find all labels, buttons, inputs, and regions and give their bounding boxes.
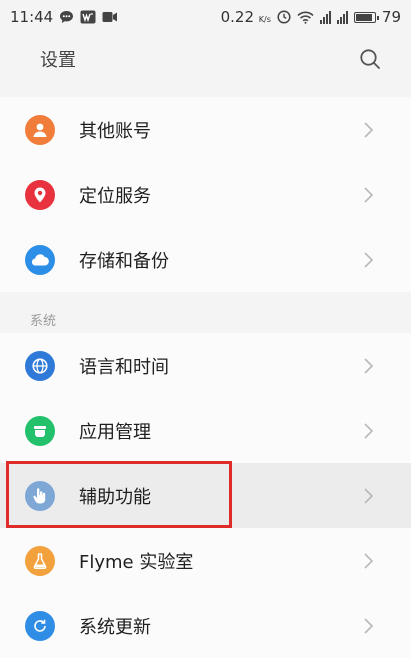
location-pin-icon [25,179,55,210]
account-settings-group: 其他账号 定位服务 存储和备份 [0,97,411,292]
person-icon [25,114,55,145]
chevron-right-icon [364,422,373,439]
settings-item-label: 存储和备份 [79,250,169,272]
clock-icon [277,10,291,24]
settings-item-app-management[interactable]: 应用管理 [0,398,411,463]
w-app-icon [80,10,96,24]
annotation-highlight-box [6,461,232,528]
chevron-right-icon [364,251,373,268]
cloud-icon [25,244,55,275]
signal-icon [319,10,331,24]
settings-item-label: 系统更新 [79,616,151,638]
chevron-right-icon [364,357,373,374]
video-icon [102,12,118,22]
chevron-right-icon [364,617,373,634]
chevron-right-icon [364,552,373,569]
settings-item-location-services[interactable]: 定位服务 [0,162,411,227]
status-bar-right: 0.22 K/s 79 [221,8,401,26]
update-icon [25,610,55,641]
page-title: 设置 [40,50,76,71]
settings-item-system-update[interactable]: 系统更新 [0,593,411,658]
section-label-system: 系统 [30,314,57,329]
settings-item-label: Flyme 实验室 [79,551,194,573]
settings-item-label: 应用管理 [79,421,151,443]
status-time: 11:44 [10,8,54,26]
search-icon[interactable] [359,48,381,70]
chevron-right-icon [364,487,373,504]
app-manage-icon [25,415,55,446]
settings-item-label: 其他账号 [79,120,151,142]
settings-item-label: 定位服务 [79,185,151,207]
settings-item-label: 语言和时间 [79,356,169,378]
status-bar-left: 11:44 [10,8,118,26]
network-speed-value: 0.22 [220,8,255,26]
battery-percent: 79 [381,8,401,26]
status-bar: 11:44 0.22 K/s 79 [0,0,411,34]
flask-icon [25,545,55,576]
chevron-right-icon [364,186,373,203]
settings-item-storage-backup[interactable]: 存储和备份 [0,227,411,292]
chevron-right-icon [364,121,373,138]
globe-icon [25,350,55,381]
battery-level-fill [355,13,372,21]
page-header: 设置 [0,34,411,84]
battery-icon [353,11,379,23]
network-speed-unit: K/s [258,15,271,24]
signal-icon-2 [336,10,348,24]
chat-bubble-icon [60,11,74,23]
settings-item-flyme-lab[interactable]: Flyme 实验室 [0,528,411,593]
network-speed: 0.22 K/s [221,8,271,26]
settings-item-other-accounts[interactable]: 其他账号 [0,97,411,162]
settings-item-language-time[interactable]: 语言和时间 [0,333,411,398]
wifi-icon [297,11,314,24]
